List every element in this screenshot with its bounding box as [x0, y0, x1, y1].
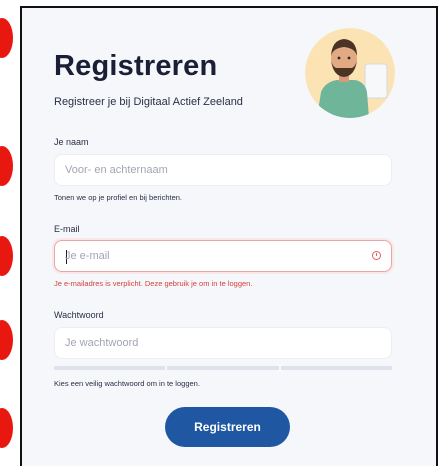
- register-button[interactable]: Registreren: [165, 407, 290, 447]
- name-field-wrapper: [54, 154, 392, 186]
- password-field-wrapper: [54, 327, 392, 359]
- avatar-illustration: [305, 28, 395, 118]
- password-input[interactable]: [65, 328, 365, 358]
- page-subtitle: Registreer je bij Digitaal Actief Zeelan…: [54, 96, 243, 108]
- password-hint: Kies een veilig wachtwoord om in te logg…: [54, 379, 200, 388]
- annotation-marker-4: [0, 320, 13, 360]
- page-title: Registreren: [54, 50, 218, 82]
- email-label: E-mail: [54, 224, 80, 234]
- name-label: Je naam: [54, 137, 89, 147]
- alert-circle-icon: [372, 251, 381, 260]
- annotation-marker-5: [0, 408, 13, 448]
- name-input[interactable]: [65, 155, 365, 185]
- password-strength-meter: [54, 366, 392, 370]
- strength-segment: [280, 366, 392, 370]
- password-label: Wachtwoord: [54, 310, 104, 320]
- strength-segment: [54, 366, 166, 370]
- annotation-marker-1: [0, 18, 13, 58]
- email-error-message: Je e-mailadres is verplicht. Deze gebrui…: [54, 279, 253, 288]
- annotation-marker-2: [0, 146, 13, 186]
- email-field-wrapper: [54, 240, 392, 272]
- name-hint: Tonen we op je profiel en bij berichten.: [54, 193, 182, 202]
- annotation-marker-3: [0, 236, 13, 276]
- strength-segment: [167, 366, 279, 370]
- email-input[interactable]: [65, 241, 365, 271]
